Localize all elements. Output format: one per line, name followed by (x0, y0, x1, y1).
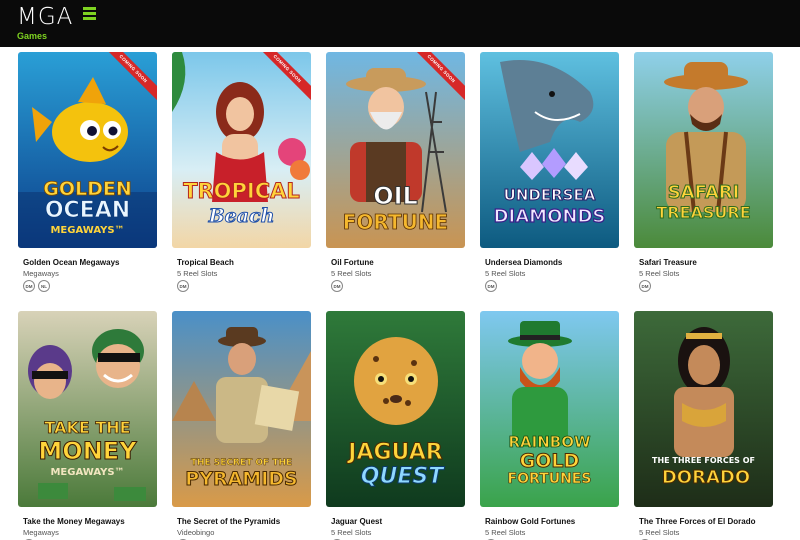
game-artwork: SAFARI TREASURE (634, 52, 773, 248)
top-bar: MGA Games (0, 0, 800, 47)
game-artwork: THE SECRET OF THE PYRAMIDS (172, 311, 311, 507)
coming-soon-ribbon: COMING SOON (405, 52, 465, 108)
artwork-title-line1: THE THREE FORCES OF (652, 456, 755, 465)
game-thumbnail[interactable]: RAINBOW GOLD FORTUNES (480, 311, 619, 507)
game-title[interactable]: Jaguar Quest (331, 517, 382, 526)
game-artwork: RAINBOW GOLD FORTUNES (480, 311, 619, 507)
artwork-title-line2: MONEY (38, 437, 137, 465)
game-card[interactable]: OIL FORTUNE COMING SOON Oil Fortune 5 Re… (326, 52, 465, 292)
artwork-title-line1: JAGUAR (346, 440, 442, 465)
artwork-title-line2: DIAMONDS (494, 206, 606, 227)
game-title[interactable]: Tropical Beach (177, 258, 234, 267)
artwork-title-line1: GOLDEN (43, 178, 132, 200)
artwork-title-line3: MEGAWAYS™ (50, 225, 124, 236)
artwork-title-line2: FORTUNE (343, 210, 448, 234)
ribbon-wrap: COMING SOON (97, 52, 157, 112)
artwork-title-line2: OCEAN (45, 198, 130, 223)
game-card[interactable]: RAINBOW GOLD FORTUNES Rainbow Gold Fortu… (480, 311, 619, 540)
game-card[interactable]: TAKE THE MONEY MEGAWAYS™ Take the Money … (18, 311, 157, 540)
game-title[interactable]: Oil Fortune (331, 258, 374, 267)
game-card[interactable]: GOLDEN OCEAN MEGAWAYS™ COMING SOON Golde… (18, 52, 157, 292)
game-category: Megaways (23, 528, 59, 537)
artwork-title-line2: PYRAMIDS (185, 468, 297, 490)
game-thumbnail[interactable]: TROPICAL Beach COMING SOON (172, 52, 311, 248)
artwork-title-line2: GOLD (520, 450, 580, 472)
game-thumbnail[interactable]: OIL FORTUNE COMING SOON (326, 52, 465, 248)
game-thumbnail[interactable]: SAFARI TREASURE (634, 52, 773, 248)
game-title[interactable]: Safari Treasure (639, 258, 697, 267)
artwork-title-line1: RAINBOW (508, 433, 590, 451)
artwork-title-line1: TAKE THE (44, 418, 130, 437)
ribbon-wrap: COMING SOON (251, 52, 311, 112)
game-category: 5 Reel Slots (639, 528, 680, 537)
coming-soon-ribbon: COMING SOON (251, 52, 311, 108)
mga-logo[interactable]: MGA Games (17, 4, 97, 44)
game-tags: DM (177, 280, 189, 292)
menu-bars-icon (83, 7, 96, 21)
game-thumbnail[interactable]: UNDERSEA DIAMONDS (480, 52, 619, 248)
artwork-title-line2: DORADO (662, 467, 750, 488)
game-category: 5 Reel Slots (177, 269, 218, 278)
game-title[interactable]: Undersea Diamonds (485, 258, 562, 267)
artwork-title-line1: SAFARI (668, 182, 740, 203)
artwork-title-line1: TROPICAL (183, 179, 300, 203)
artwork-title-line1: UNDERSEA (504, 186, 596, 204)
game-category: 5 Reel Slots (485, 528, 526, 537)
game-tags: DM NL (23, 280, 50, 292)
tag-badge: DM (23, 280, 35, 292)
logo-text: MGA (17, 4, 74, 30)
coming-soon-ribbon: COMING SOON (97, 52, 157, 108)
game-card[interactable]: SAFARI TREASURE Safari Treasure 5 Reel S… (634, 52, 773, 292)
game-title[interactable]: The Secret of the Pyramids (177, 517, 280, 526)
game-category: 5 Reel Slots (331, 528, 372, 537)
game-category: Megaways (23, 269, 59, 278)
game-artwork: TAKE THE MONEY MEGAWAYS™ (18, 311, 157, 507)
game-category: 5 Reel Slots (485, 269, 526, 278)
game-tags: DM (485, 280, 497, 292)
game-artwork: THE THREE FORCES OF DORADO (634, 311, 773, 507)
artwork-title-line1: OIL (373, 182, 418, 210)
game-thumbnail[interactable]: THE THREE FORCES OF DORADO (634, 311, 773, 507)
tag-badge: DM (331, 280, 343, 292)
artwork-title-line2: TREASURE (656, 203, 750, 222)
tag-badge: NL (38, 280, 50, 292)
logo-subtitle: Games (17, 31, 48, 41)
tag-badge: DM (485, 280, 497, 292)
game-tags: DM (331, 280, 343, 292)
game-thumbnail[interactable]: THE SECRET OF THE PYRAMIDS (172, 311, 311, 507)
artwork-title-line1: THE SECRET OF THE (191, 458, 292, 468)
game-tags: DM (639, 280, 651, 292)
game-thumbnail[interactable]: GOLDEN OCEAN MEGAWAYS™ COMING SOON (18, 52, 157, 248)
artwork-title-line2: Beach (208, 205, 275, 227)
game-artwork: JAGUAR QUEST (326, 311, 465, 507)
tag-badge: DM (177, 280, 189, 292)
game-category: Videobingo (177, 528, 215, 537)
ribbon-wrap: COMING SOON (405, 52, 465, 112)
game-title[interactable]: Golden Ocean Megaways (23, 258, 119, 267)
tag-badge: DM (639, 280, 651, 292)
game-thumbnail[interactable]: TAKE THE MONEY MEGAWAYS™ (18, 311, 157, 507)
game-grid: GOLDEN OCEAN MEGAWAYS™ COMING SOON Golde… (0, 0, 800, 540)
game-card[interactable]: TROPICAL Beach COMING SOON Tropical Beac… (172, 52, 311, 292)
game-title[interactable]: Take the Money Megaways (23, 517, 125, 526)
game-artwork: UNDERSEA DIAMONDS (480, 52, 619, 248)
game-category: 5 Reel Slots (331, 269, 372, 278)
game-category: 5 Reel Slots (639, 269, 680, 278)
artwork-title-line2: QUEST (361, 464, 445, 489)
game-card[interactable]: THE SECRET OF THE PYRAMIDS The Secret of… (172, 311, 311, 540)
game-card[interactable]: JAGUAR QUEST Jaguar Quest 5 Reel Slots D… (326, 311, 465, 540)
artwork-title-line3: MEGAWAYS™ (50, 467, 124, 478)
game-card[interactable]: UNDERSEA DIAMONDS Undersea Diamonds 5 Re… (480, 52, 619, 292)
game-title[interactable]: Rainbow Gold Fortunes (485, 517, 575, 526)
artwork-title-line3: FORTUNES (508, 471, 592, 487)
game-title[interactable]: The Three Forces of El Dorado (639, 517, 755, 526)
game-thumbnail[interactable]: JAGUAR QUEST (326, 311, 465, 507)
game-card[interactable]: THE THREE FORCES OF DORADO The Three For… (634, 311, 773, 540)
